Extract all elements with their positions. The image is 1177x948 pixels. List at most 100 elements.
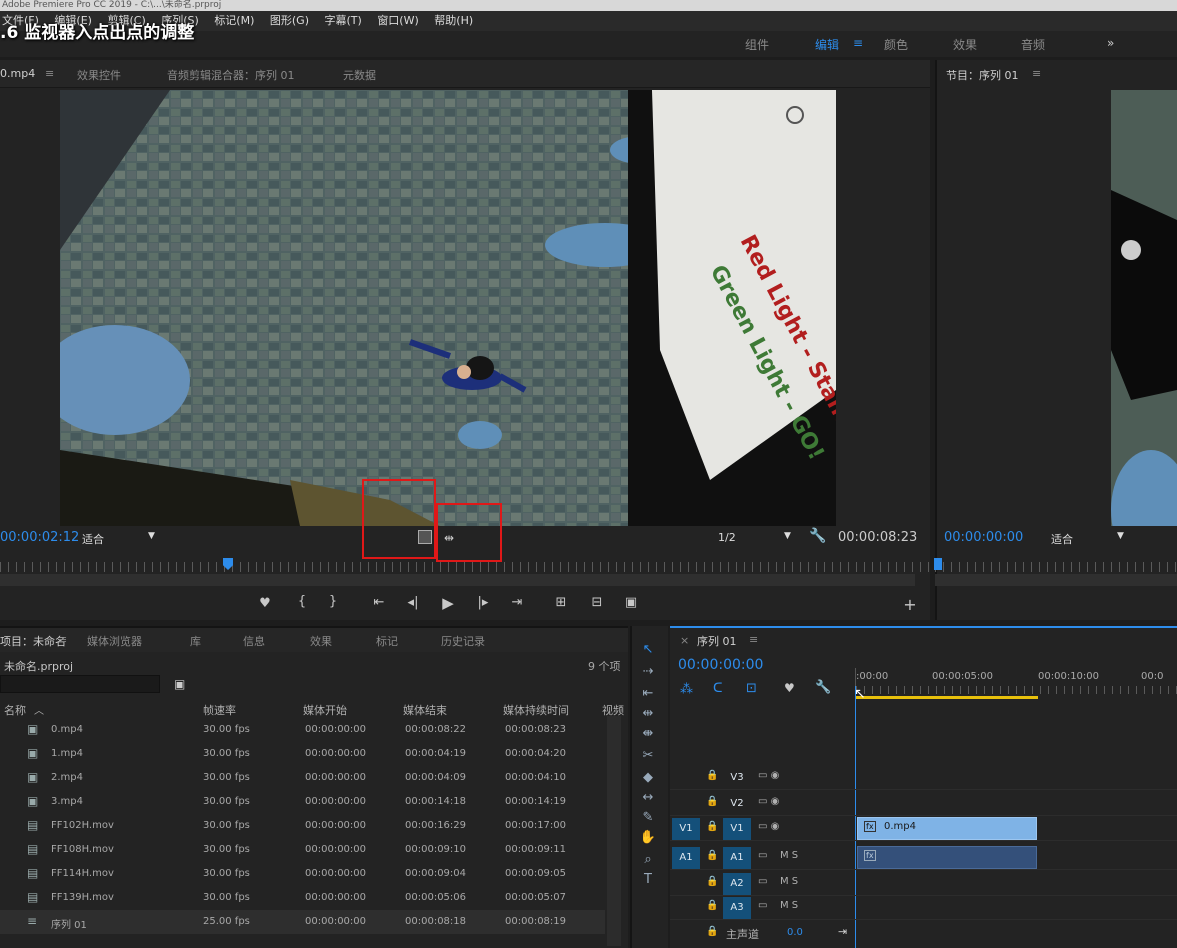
menu-window[interactable]: 窗口(W) [377, 14, 418, 27]
program-monitor-title[interactable]: 节目：序列 01 [946, 67, 1019, 83]
track-v2[interactable]: 🔒 V2 ▭ ◉ [670, 792, 1177, 816]
wrench-settings-icon[interactable]: 🔧 [809, 528, 826, 544]
source-patch-v1[interactable]: V1 [672, 818, 700, 840]
tab-effect-controls[interactable]: 效果控件 [77, 67, 121, 83]
track-target-v1[interactable]: V1 [723, 818, 751, 840]
close-icon[interactable]: × [680, 634, 689, 647]
timeline-timecode[interactable]: 00:00:00:00 [678, 657, 763, 673]
lock-icon[interactable]: 🔒 [706, 876, 718, 887]
workspace-effects[interactable]: 效果 [953, 36, 977, 53]
timeline-title[interactable]: 序列 01 [697, 633, 737, 649]
table-row[interactable]: ▣ 2.mp4 30.00 fps 00:00:00:00 00:00:04:09 00:… [0, 766, 605, 790]
tab-source-clip[interactable]: 0.mp4 [0, 67, 35, 80]
tab-info[interactable]: 信息 [243, 633, 265, 649]
workspace-assembly[interactable]: 组件 [745, 36, 769, 53]
tab-menu-icon[interactable]: ≡ [45, 67, 54, 80]
track-a2[interactable]: 🔒 A2 ▭ M S [670, 872, 1177, 896]
workspace-audio[interactable]: 音频 [1021, 36, 1045, 53]
program-menu-icon[interactable]: ≡ [1032, 67, 1041, 80]
lock-icon[interactable]: 🔒 [706, 900, 718, 911]
slip-tool-icon[interactable]: ◆ [638, 770, 658, 785]
mute-solo-buttons[interactable]: M S [780, 900, 798, 911]
track-target-a1[interactable]: A1 [723, 847, 751, 869]
project-scrollbar[interactable] [607, 716, 621, 946]
program-timecode[interactable]: 00:00:00:00 [944, 530, 1023, 545]
workspace-editing[interactable]: 编辑 [815, 36, 839, 53]
lock-icon[interactable]: 🔒 [706, 796, 718, 807]
rate-stretch-tool-icon[interactable]: ⇼ [638, 726, 658, 741]
sync-lock-icon[interactable]: ▭ [758, 900, 767, 911]
go-to-in-icon[interactable]: ⇤ [369, 595, 389, 610]
menu-titles[interactable]: 字幕(T) [325, 14, 362, 27]
new-bin-icon[interactable]: ▣ [174, 677, 185, 691]
program-time-ruler[interactable] [935, 562, 1177, 572]
nest-toggle-icon[interactable]: ⁂ [680, 682, 693, 697]
table-row[interactable]: ≡ 序列 01 25.00 fps 00:00:00:00 00:00:08:18 00:… [0, 910, 605, 934]
razor-tool-icon[interactable]: ✂ [638, 748, 658, 763]
step-back-icon[interactable]: ◂| [403, 595, 423, 610]
workspace-more-icon[interactable]: » [1107, 36, 1114, 50]
column-name[interactable]: 名称 [4, 702, 26, 718]
hand-tool-icon[interactable]: ✋ [638, 830, 658, 845]
add-button[interactable]: + [900, 595, 920, 614]
tab-libraries[interactable]: 库 [190, 633, 201, 649]
menu-marker[interactable]: 标记(M) [214, 14, 254, 27]
track-select-tool-icon[interactable]: ⇢ [638, 664, 658, 679]
in-out-range-bar[interactable] [856, 696, 1038, 699]
table-row[interactable]: ▣ 3.mp4 30.00 fps 00:00:00:00 00:00:14:18 00:… [0, 790, 605, 814]
pen-tool-icon[interactable]: ✎ [638, 810, 658, 825]
column-frame-rate[interactable]: 帧速率 [203, 702, 236, 718]
toggle-output-icon[interactable]: ▭ ◉ [758, 796, 779, 807]
table-row[interactable]: ▤ FF108H.mov 30.00 fps 00:00:00:00 00:00:09:… [0, 838, 605, 862]
program-video-frame[interactable] [1111, 90, 1177, 526]
menu-graphics[interactable]: 图形(G) [270, 14, 309, 27]
table-row[interactable]: ▤ FF114H.mov 30.00 fps 00:00:00:00 00:00:09:… [0, 862, 605, 886]
workspace-menu-icon[interactable]: ≡ [853, 36, 863, 50]
table-row[interactable]: ▣ 1.mp4 30.00 fps 00:00:00:00 00:00:04:19 00:… [0, 742, 605, 766]
tab-markers[interactable]: 标记 [376, 633, 398, 649]
tab-project[interactable]: 项目：未命名 [0, 633, 66, 649]
toggle-output-icon[interactable]: ▭ ◉ [758, 821, 779, 832]
insert-icon[interactable]: ⊞ [551, 595, 571, 610]
lock-icon[interactable]: 🔒 [706, 926, 718, 937]
source-patch-a1[interactable]: A1 [672, 847, 700, 869]
go-to-end-icon[interactable]: ⇥ [838, 925, 847, 938]
selection-tool-icon[interactable]: ↖ [638, 642, 658, 657]
step-forward-icon[interactable]: |▸ [473, 595, 493, 610]
ripple-edit-tool-icon[interactable]: ⇤ [638, 686, 658, 701]
go-to-out-icon[interactable]: ⇥ [507, 595, 527, 610]
overwrite-icon[interactable]: ⊟ [587, 595, 607, 610]
linked-selection-icon[interactable]: ⊡ [746, 681, 757, 696]
track-v3[interactable]: 🔒 V3 ▭ ◉ [670, 766, 1177, 790]
tab-metadata[interactable]: 元数据 [343, 67, 376, 83]
tab-menu-icon[interactable]: ≡ [58, 633, 67, 646]
rolling-edit-tool-icon[interactable]: ⇹ [638, 706, 658, 721]
source-fit-dropdown[interactable]: 适合 ▼ [82, 531, 162, 547]
track-target-a3[interactable]: A3 [723, 897, 751, 919]
mark-in-button[interactable]: { [292, 594, 312, 609]
track-target-a2[interactable]: A2 [723, 873, 751, 895]
table-row[interactable]: ▤ FF139H.mov 30.00 fps 00:00:00:00 00:00:05:… [0, 886, 605, 910]
lock-icon[interactable]: 🔒 [706, 850, 718, 861]
snap-icon[interactable]: ᑕ [713, 681, 723, 696]
timeline-ruler[interactable]: :00:00 00:00:05:00 00:00:10:00 00:0 [855, 668, 1177, 708]
track-target-v3[interactable]: V3 [723, 767, 751, 789]
play-icon[interactable]: ▶ [438, 594, 458, 612]
tab-audio-clip-mixer[interactable]: 音频剪辑混合器：序列 01 [167, 67, 295, 83]
video-clip[interactable]: fx 0.mp4 [857, 817, 1037, 840]
timeline-settings-icon[interactable]: 🔧 [815, 680, 831, 695]
lock-icon[interactable]: 🔒 [706, 770, 718, 781]
source-zoom-scrollbar[interactable] [0, 574, 915, 586]
track-target-v2[interactable]: V2 [723, 793, 751, 815]
tab-effects[interactable]: 效果 [310, 633, 332, 649]
column-media-end[interactable]: 媒体结束 [403, 702, 447, 718]
source-video-frame[interactable]: Red Light - Standby Green Light - GO! [60, 90, 836, 526]
mark-out-button[interactable]: } [323, 594, 343, 609]
tab-media-browser[interactable]: 媒体浏览器 [87, 633, 142, 649]
add-marker-icon[interactable]: ♥ [255, 596, 275, 611]
tab-history[interactable]: 历史记录 [441, 633, 485, 649]
timeline-menu-icon[interactable]: ≡ [749, 633, 758, 646]
source-playhead-timecode[interactable]: 00:00:02:12 [0, 530, 79, 545]
source-time-ruler[interactable] [0, 562, 930, 572]
export-frame-icon[interactable]: ▣ [621, 595, 641, 610]
